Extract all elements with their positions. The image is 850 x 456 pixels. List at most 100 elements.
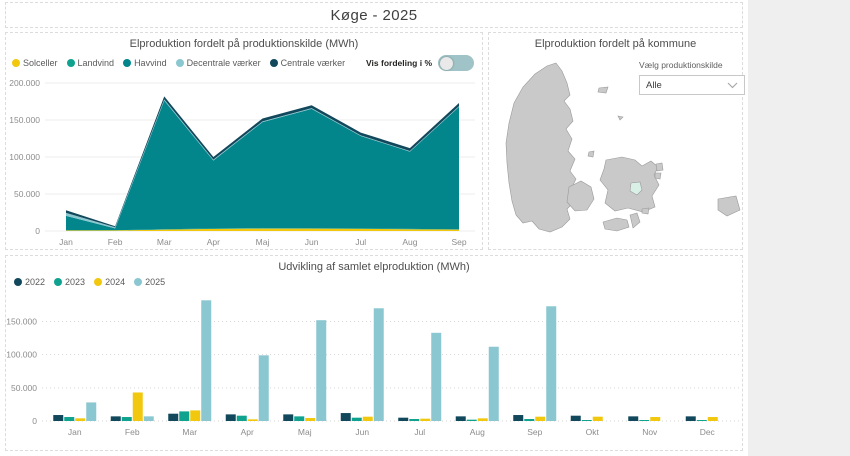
- bar-2022-apr[interactable]: [225, 414, 236, 421]
- bar-2024-jun[interactable]: [362, 416, 373, 421]
- x-axis-tick-label: Feb: [125, 427, 140, 437]
- bar-chart[interactable]: 0 50.000 100.000 150.000 Jan Feb Mar Apr Maj Jun J…: [6, 289, 744, 441]
- bar-2022-jun[interactable]: [340, 413, 351, 421]
- legend-label: 2022: [25, 277, 46, 287]
- legend-label: 2024: [105, 277, 126, 287]
- area-chart[interactable]: 0 50.000 100.000 150.000 200.000 Jan Feb Mar Apr…: [9, 73, 479, 251]
- bar-2023-jan[interactable]: [64, 417, 75, 421]
- legend-label: 2025: [145, 277, 166, 287]
- bar-2024-maj[interactable]: [305, 418, 316, 421]
- map-panel-title: Elproduktion fordelt på kommune: [534, 38, 697, 50]
- x-axis-tick-label: Okt: [586, 427, 600, 437]
- bar-2025-maj[interactable]: [316, 320, 327, 421]
- bar-2024-aug[interactable]: [477, 418, 488, 421]
- legend-dot: [66, 59, 75, 67]
- bar-2022-mar[interactable]: [168, 413, 179, 421]
- bar-2024-apr[interactable]: [247, 419, 258, 421]
- municipality-shape-island[interactable]: [617, 115, 624, 121]
- legend-dot: [269, 59, 278, 67]
- bar-2022-jan[interactable]: [53, 415, 64, 421]
- bar-2022-feb[interactable]: [110, 416, 121, 421]
- bar-2025-aug[interactable]: [488, 346, 499, 421]
- municipality-shape-copenhagen[interactable]: [655, 162, 664, 172]
- legend-item-centrale-værker[interactable]: Centrale værker: [269, 58, 345, 68]
- municipality-shape-moen[interactable]: [641, 207, 650, 215]
- denmark-map: [505, 62, 741, 233]
- bar-2022-dec[interactable]: [685, 416, 696, 421]
- bar-2023-nov[interactable]: [639, 420, 650, 421]
- y-axis-tick-label: 0: [35, 226, 40, 236]
- x-axis-tick-label: Maj: [298, 427, 312, 437]
- bar-2022-maj[interactable]: [283, 414, 294, 421]
- percent-toggle-label: Vis fordeling i %: [366, 58, 432, 68]
- municipality-shape-copenhagen[interactable]: [654, 172, 662, 180]
- legend-item-decentrale-værker[interactable]: Decentrale værker: [175, 58, 261, 68]
- x-axis-tick-label: Jun: [355, 427, 369, 437]
- bar-2025-jul[interactable]: [431, 332, 442, 421]
- bar-2023-mar[interactable]: [179, 411, 190, 421]
- municipality-shape-jutland[interactable]: [505, 62, 577, 233]
- bar-2025-jun[interactable]: [373, 308, 384, 421]
- bar-2023-okt[interactable]: [581, 420, 592, 421]
- bar-2023-sep[interactable]: [524, 419, 535, 421]
- legend-dot: [134, 278, 143, 286]
- bar-2024-jul[interactable]: [420, 418, 431, 421]
- legend-label: Decentrale værker: [186, 58, 261, 68]
- bar-2022-nov[interactable]: [628, 416, 639, 421]
- percent-toggle-knob: [440, 56, 453, 70]
- legend-item-2022[interactable]: 2022: [14, 277, 45, 287]
- bar-2025-jan[interactable]: [86, 402, 97, 421]
- bar-2024-feb[interactable]: [132, 392, 143, 421]
- bar-2025-apr[interactable]: [258, 355, 269, 421]
- legend-label: Solceller: [23, 58, 58, 68]
- bar-2022-aug[interactable]: [455, 416, 466, 421]
- y-axis-tick-label: 100.000: [9, 152, 40, 162]
- trend-chart-legend: 2022 2023 2024 2025: [14, 277, 742, 287]
- bar-2022-okt[interactable]: [570, 415, 581, 421]
- bar-2025-mar[interactable]: [201, 300, 212, 421]
- legend-item-landvind[interactable]: Landvind: [66, 58, 114, 68]
- legend-item-havvind[interactable]: Havvind: [123, 58, 167, 68]
- legend-dot: [12, 59, 20, 67]
- bar-2025-feb[interactable]: [143, 416, 154, 421]
- municipality-shape-falster[interactable]: [629, 212, 641, 229]
- legend-label: Havvind: [134, 58, 167, 68]
- bar-2024-jan[interactable]: [75, 418, 86, 421]
- x-axis-tick-label: Jan: [59, 237, 73, 247]
- bar-2024-sep[interactable]: [535, 416, 546, 421]
- municipality-shape-lolland[interactable]: [602, 217, 630, 232]
- bar-2024-nov[interactable]: [650, 417, 661, 421]
- bar-2023-dec[interactable]: [696, 420, 707, 421]
- bar-2024-dec[interactable]: [707, 417, 718, 421]
- municipality-shape-bornholm[interactable]: [717, 195, 741, 217]
- x-axis-tick-label: Dec: [700, 427, 716, 437]
- bar-2025-sep[interactable]: [546, 306, 557, 421]
- bar-2024-mar[interactable]: [190, 410, 201, 421]
- legend-item-2023[interactable]: 2023: [54, 277, 85, 287]
- bar-2023-feb[interactable]: [121, 417, 132, 421]
- bar-2022-jul[interactable]: [398, 417, 409, 421]
- legend-item-2025[interactable]: 2025: [134, 277, 165, 287]
- trend-chart-panel: Udvikling af samlet elproduktion (MWh) 2…: [5, 255, 743, 451]
- bar-2023-jun[interactable]: [351, 417, 362, 421]
- bar-2023-aug[interactable]: [466, 419, 477, 421]
- percent-toggle-wrap: Vis fordeling i %: [366, 55, 474, 71]
- legend-dot: [175, 59, 184, 67]
- source-chart-legend: Solceller Landvind Havvind Decentrale værke…: [12, 58, 345, 68]
- municipality-shape-zealand[interactable]: [599, 156, 660, 213]
- bar-2022-sep[interactable]: [513, 415, 524, 421]
- x-axis-tick-label: Jun: [305, 237, 319, 247]
- municipality-shape-island[interactable]: [597, 86, 609, 94]
- percent-toggle[interactable]: [438, 55, 474, 71]
- municipality-shape-island[interactable]: [587, 150, 595, 158]
- x-axis-tick-label: Sep: [527, 427, 542, 437]
- bar-2023-apr[interactable]: [236, 415, 247, 421]
- legend-item-solceller[interactable]: Solceller: [12, 58, 58, 68]
- source-chart-panel: Elproduktion fordelt på produktionskilde…: [5, 32, 483, 250]
- bar-2024-okt[interactable]: [592, 416, 603, 421]
- legend-dot: [54, 278, 63, 286]
- legend-item-2024[interactable]: 2024: [94, 277, 125, 287]
- bar-2023-jul[interactable]: [409, 419, 420, 421]
- bar-2023-maj[interactable]: [294, 416, 305, 421]
- x-axis-tick-label: Mar: [157, 237, 172, 247]
